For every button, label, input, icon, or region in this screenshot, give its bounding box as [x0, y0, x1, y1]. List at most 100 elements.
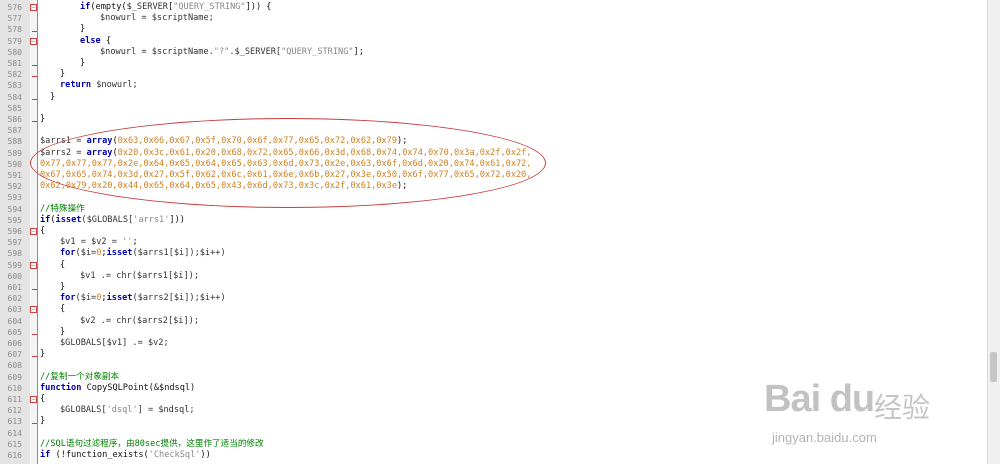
code-line[interactable]: $v2 .= chr($arrs2[$i]); — [80, 316, 199, 327]
line-number: 607 — [7, 350, 22, 360]
code-line[interactable]: $nowurl = $scriptName; — [100, 13, 214, 24]
line-number: 587 — [7, 126, 22, 136]
line-number: 584 — [7, 92, 22, 102]
code-token: else — [80, 35, 101, 46]
code-token: for — [60, 293, 76, 304]
code-token: ])) { — [245, 2, 272, 12]
code-token: ($i= — [75, 248, 97, 259]
code-line[interactable]: //特殊操作 — [40, 204, 85, 215]
code-line[interactable]: } — [40, 416, 45, 427]
line-number: 593 — [7, 193, 22, 203]
line-number: 579 — [7, 36, 22, 46]
watermark-url: jingyan.baidu.com — [772, 430, 877, 445]
line-number: 583 — [7, 81, 22, 91]
code-line[interactable]: } — [60, 327, 65, 338]
line-number: 611 — [7, 395, 22, 404]
code-line[interactable]: if(isset($GLOBALS['arrs1'])) — [40, 215, 185, 226]
code-line[interactable]: $nowurl = $scriptName."?".$_SERVER["QUER… — [100, 47, 364, 58]
fold-toggle-icon[interactable]: − — [30, 4, 37, 11]
code-token: ])) — [169, 214, 185, 225]
line-number: 580 — [7, 47, 22, 57]
line-number: 610 — [7, 383, 22, 393]
fold-margin-border — [37, 0, 38, 464]
code-token: if — [80, 2, 91, 12]
code-token: isset — [106, 248, 133, 259]
code-token: { — [60, 259, 66, 270]
fold-end-marker — [32, 31, 37, 33]
line-number: 605 — [7, 327, 22, 337]
line-number: 613 — [7, 417, 22, 427]
code-token: ] = $ndsql; — [137, 405, 195, 416]
fold-toggle-icon[interactable]: − — [30, 261, 37, 269]
code-line[interactable]: $v1 .= chr($arrs1[$i]); — [80, 271, 199, 282]
code-line[interactable]: } — [40, 349, 45, 360]
fold-end-marker — [32, 356, 37, 358]
code-token: 'arrs1' — [133, 214, 170, 225]
line-number: 599 — [7, 260, 22, 270]
scrollbar-thumb[interactable] — [990, 352, 997, 382]
line-number: 595 — [7, 215, 22, 225]
code-token: $GLOBALS[ — [60, 405, 107, 416]
code-token: { — [100, 35, 112, 46]
code-line[interactable]: { — [40, 226, 45, 237]
line-number: 594 — [7, 204, 22, 214]
line-number: 586 — [7, 115, 22, 124]
code-token: function — [40, 382, 82, 393]
code-line[interactable]: return $nowurl; — [60, 80, 138, 91]
vertical-scrollbar[interactable] — [987, 0, 1000, 464]
code-token: isset — [106, 293, 133, 304]
code-line[interactable]: { — [40, 394, 45, 405]
code-line[interactable]: else { — [80, 36, 111, 47]
line-number: 578 — [7, 25, 22, 35]
code-line[interactable]: if (!function_exists('CheckSql')) — [40, 450, 211, 461]
fold-toggle-icon[interactable]: − — [30, 228, 37, 235]
code-token: { — [40, 394, 46, 404]
code-token: //特殊操作 — [40, 203, 85, 214]
code-line[interactable]: $GLOBALS[$v1] .= $v2; — [60, 338, 169, 349]
code-token: { — [60, 304, 66, 315]
code-token: } — [80, 24, 86, 35]
code-line[interactable]: $v1 = $v2 = ''; — [60, 237, 138, 248]
code-line[interactable]: if(empty($_SERVER["QUERY_STRING"])) { — [80, 2, 271, 13]
code-line[interactable]: function CopySQLPoint(&$ndsql) — [40, 383, 195, 394]
fold-end-marker — [32, 65, 37, 66]
code-line[interactable]: } — [80, 24, 85, 35]
code-token: (!function_exists( — [50, 450, 149, 460]
fold-end-marker — [32, 76, 37, 78]
line-number: 597 — [7, 238, 22, 248]
line-number: 576 — [7, 3, 22, 12]
code-token: } — [60, 326, 66, 337]
code-token: ($arrs2[$i]);$i++) — [132, 293, 226, 304]
line-number: 612 — [7, 406, 22, 416]
code-line[interactable]: } — [50, 92, 55, 103]
code-line[interactable]: } — [60, 69, 65, 80]
code-line[interactable]: //SQL语句过滤程序，由80sec提供，这里作了适当的修改 — [40, 439, 264, 450]
line-number: 596 — [7, 227, 22, 236]
code-token: isset — [55, 214, 82, 225]
code-line[interactable]: $GLOBALS['dsql'] = $ndsql; — [60, 405, 195, 416]
code-token: "QUERY_STRING" — [281, 46, 354, 57]
code-line[interactable]: } — [80, 58, 85, 69]
code-line[interactable]: } — [60, 282, 65, 293]
fold-toggle-icon[interactable]: − — [30, 306, 37, 314]
code-line[interactable]: { — [60, 304, 65, 315]
code-line[interactable]: { — [60, 260, 65, 271]
code-line[interactable]: //复制一个对象副本 — [40, 372, 119, 383]
code-token: (empty( — [90, 2, 127, 12]
code-line[interactable]: for($i=0;isset($arrs1[$i]);$i++) — [60, 248, 226, 259]
fold-toggle-icon[interactable]: − — [30, 37, 37, 45]
code-token: ]; — [353, 46, 364, 57]
code-token: 'dsql' — [106, 405, 138, 416]
line-number: 581 — [7, 59, 22, 68]
code-token: ($i= — [75, 293, 97, 304]
code-line[interactable]: } — [40, 114, 45, 125]
code-token: $_SERVER — [126, 2, 168, 12]
code-line[interactable]: for($i=0;isset($arrs2[$i]);$i++) — [60, 293, 226, 304]
line-number: 592 — [7, 182, 22, 192]
fold-toggle-icon[interactable]: − — [30, 396, 37, 403]
code-token: } — [50, 91, 56, 102]
line-number: 603 — [7, 305, 22, 315]
code-token: for — [60, 248, 76, 259]
code-token: ($GLOBALS[ — [81, 214, 134, 225]
line-number: 608 — [7, 361, 22, 371]
